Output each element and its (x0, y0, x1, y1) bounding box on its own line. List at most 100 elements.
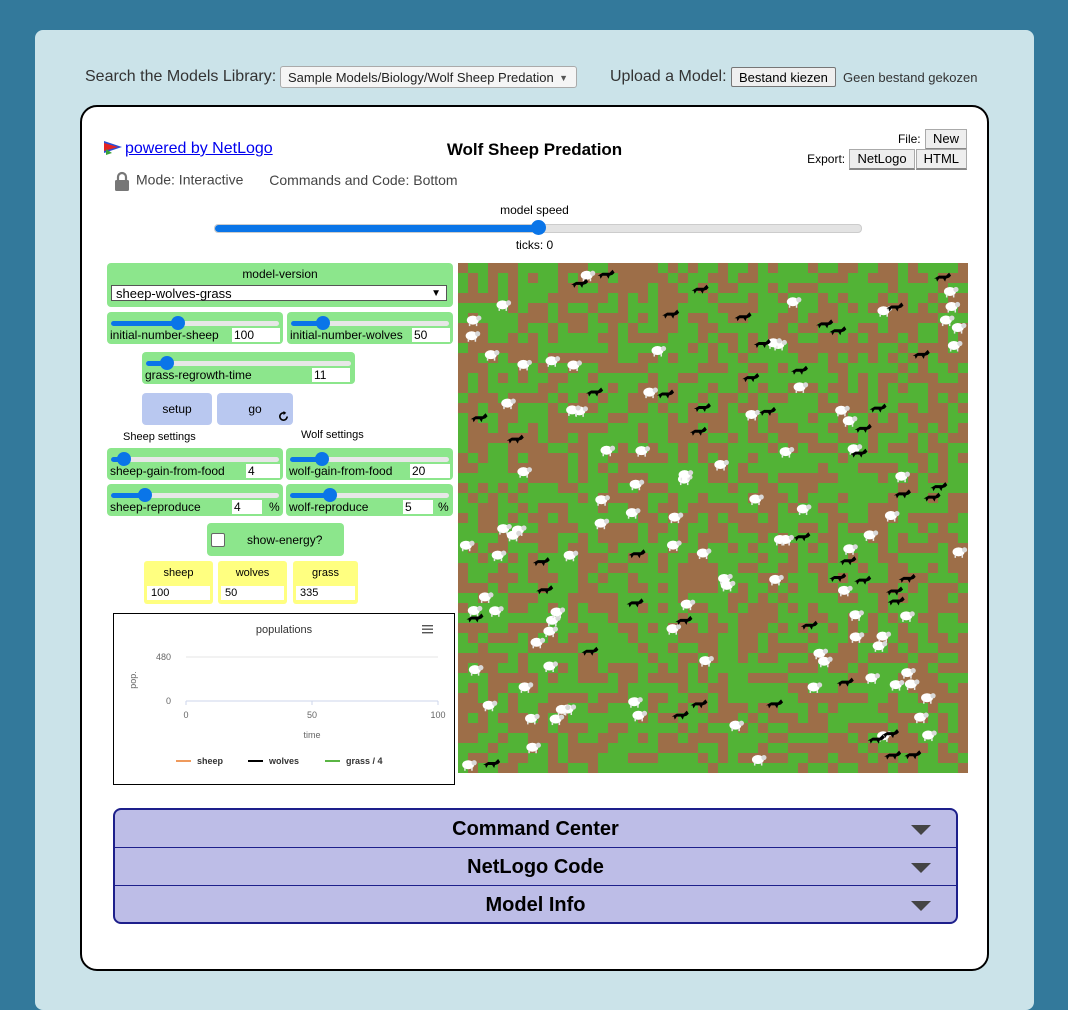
wolf-gain-from-food-slider[interactable]: wolf-gain-from-food 20 (286, 448, 453, 480)
search-label: Search the Models Library: (85, 68, 277, 85)
netlogo-code-label: NetLogo Code (467, 856, 604, 878)
models-library-select[interactable]: Sample Models/Biology/Wolf Sheep Predati… (280, 66, 577, 88)
legend-label: sheep (197, 756, 224, 766)
choose-file-button[interactable]: Bestand kiezen (731, 67, 836, 87)
slider-value[interactable]: 50 (412, 328, 450, 342)
grass-monitor: grass 335 (293, 561, 358, 604)
file-row: File: New (898, 129, 967, 150)
mode-text: Mode: Interactive (136, 171, 244, 188)
x-tick-label: 0 (183, 710, 188, 720)
slider-track[interactable] (111, 488, 279, 502)
file-label: File: (897, 132, 921, 146)
model-info-header[interactable]: Model Info (115, 886, 956, 922)
upload-label: Upload a Model: (610, 68, 727, 85)
monitor-value: 335 (296, 586, 355, 600)
slider-track[interactable] (146, 356, 351, 370)
slider-value[interactable]: 4 (232, 500, 262, 514)
export-row: Export: NetLogo HTML (807, 149, 967, 170)
initial-number-sheep-slider[interactable]: initial-number-sheep 100 (107, 312, 283, 344)
export-html-button[interactable]: HTML (915, 149, 967, 170)
x-axis-label: time (303, 730, 320, 740)
menu-icon (422, 632, 433, 634)
slider-name: sheep-reproduce (110, 500, 201, 514)
y-tick-label: 0 (166, 696, 171, 706)
lock-icon[interactable] (114, 171, 130, 191)
slider-track[interactable] (290, 452, 449, 466)
bottom-accordion: Command Center NetLogo Code Model Info (113, 808, 958, 924)
commands-code-text: Commands and Code: Bottom (269, 171, 458, 188)
slider-track[interactable] (111, 316, 279, 330)
triangle-down-icon (911, 863, 931, 873)
export-label: Export: (807, 152, 846, 166)
initial-number-wolves-slider[interactable]: initial-number-wolves 50 (287, 312, 453, 344)
model-version-select[interactable]: sheep-wolves-grass ▼ (111, 285, 447, 301)
slider-name: initial-number-sheep (110, 328, 219, 342)
slider-track[interactable] (291, 316, 449, 330)
grass-regrowth-time-slider[interactable]: grass-regrowth-time 11 (142, 352, 355, 384)
slider-value[interactable]: 100 (232, 328, 280, 342)
slider-name: sheep-gain-from-food (110, 464, 225, 478)
legend-label: grass / 4 (346, 756, 383, 766)
top-bar: Search the Models Library: Sample Models… (85, 66, 988, 90)
slider-value[interactable]: 11 (312, 368, 350, 382)
sheep-settings-label: Sheep settings (123, 431, 196, 443)
slider-name: grass-regrowth-time (145, 368, 252, 382)
new-button[interactable]: New (924, 129, 967, 150)
ticks-counter: ticks: 0 (515, 238, 554, 252)
models-library-value: Sample Models/Biology/Wolf Sheep Predati… (288, 70, 554, 85)
y-tick-label: 480 (156, 652, 171, 662)
x-tick-label: 50 (307, 710, 317, 720)
plot-title: populations (256, 624, 313, 636)
sheep-monitor: sheep 100 (144, 561, 213, 604)
x-tick-label: 100 (430, 710, 445, 720)
monitor-label: sheep (163, 567, 194, 579)
setup-button[interactable]: setup (142, 393, 212, 425)
populations-plot: populations 480 0 0 50 100 time pop. sheep wolves… (113, 613, 455, 785)
export-netlogo-button[interactable]: NetLogo (849, 149, 915, 170)
triangle-down-icon (911, 825, 931, 835)
slider-track[interactable] (290, 488, 449, 502)
speed-thumb[interactable] (531, 220, 546, 235)
mode-row: Mode: Interactive Commands and Code: Bot… (114, 171, 458, 191)
netlogo-code-header[interactable]: NetLogo Code (115, 848, 956, 886)
wolves-monitor: wolves 50 (218, 561, 287, 604)
chooser-label: model-version (242, 267, 318, 281)
wolf-reproduce-slider[interactable]: wolf-reproduce 5 % (286, 484, 453, 516)
model-version-chooser[interactable]: model-version sheep-wolves-grass ▼ (107, 263, 453, 307)
slider-track[interactable] (111, 452, 279, 466)
show-energy-checkbox[interactable] (211, 533, 225, 547)
model-speed-slider[interactable] (214, 220, 862, 235)
sheep-gain-from-food-slider[interactable]: sheep-gain-from-food 4 (107, 448, 283, 480)
plot-svg: populations 480 0 0 50 100 time pop. sheep wolves… (128, 624, 446, 766)
go-label: go (248, 402, 262, 416)
slider-value[interactable]: 4 (246, 464, 280, 478)
model-info-label: Model Info (485, 894, 586, 916)
menu-icon (422, 625, 433, 627)
model-version-value: sheep-wolves-grass (116, 286, 232, 301)
monitor-label: wolves (235, 567, 270, 579)
slider-name: initial-number-wolves (290, 328, 403, 342)
show-energy-label: show-energy? (247, 533, 323, 547)
legend-label: wolves (268, 756, 299, 766)
slider-value[interactable]: 20 (410, 464, 450, 478)
y-axis-label: pop. (128, 671, 138, 689)
wolf-settings-label: Wolf settings (301, 429, 364, 441)
show-energy-switch[interactable]: show-energy? (207, 523, 344, 556)
setup-label: setup (162, 402, 192, 416)
speed-label: model speed (500, 203, 569, 217)
chevron-down-icon: ▼ (559, 73, 568, 83)
slider-value[interactable]: 5 (403, 500, 433, 514)
sheep-reproduce-slider[interactable]: sheep-reproduce 4 % (107, 484, 283, 516)
command-center-header[interactable]: Command Center (115, 810, 956, 848)
monitor-label: grass (312, 567, 339, 579)
world-view[interactable] (458, 263, 968, 773)
slider-unit: % (269, 500, 280, 514)
go-button[interactable]: go (217, 393, 293, 425)
forever-icon (279, 411, 288, 421)
command-center-label: Command Center (452, 818, 619, 840)
chevron-down-icon: ▼ (431, 288, 441, 299)
monitor-value: 50 (221, 586, 284, 600)
triangle-down-icon (911, 901, 931, 911)
slider-name: wolf-gain-from-food (289, 464, 393, 478)
monitor-value: 100 (147, 586, 210, 600)
